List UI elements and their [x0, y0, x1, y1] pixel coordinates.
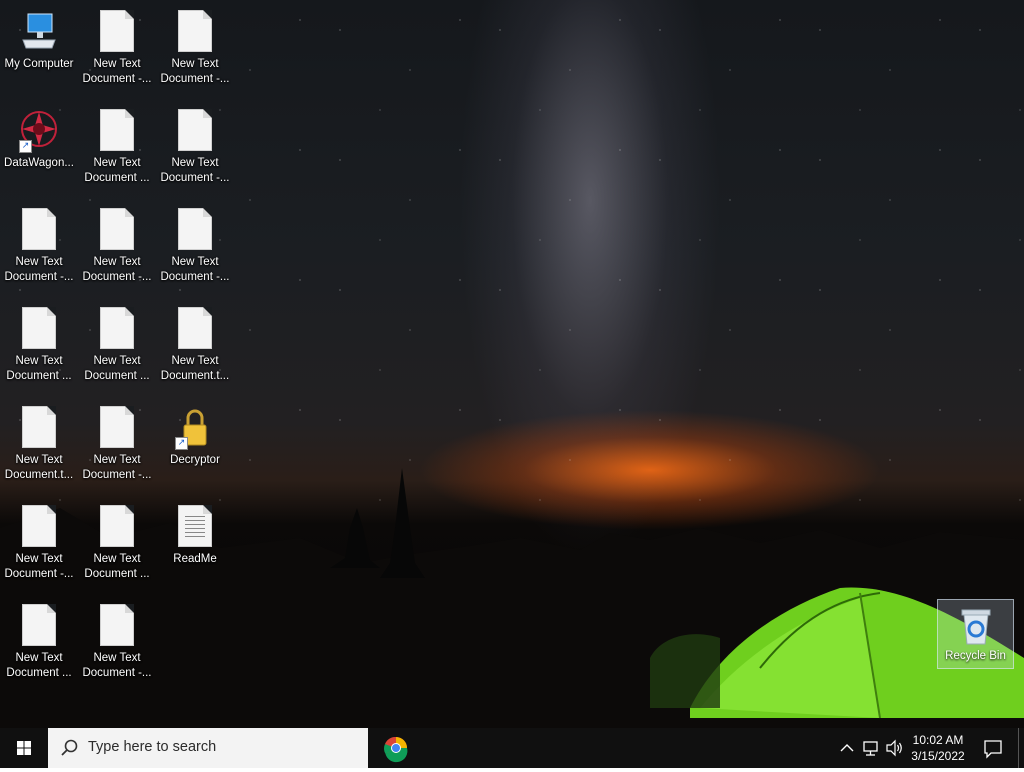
desktop-icon[interactable]: New Text Document -... [79, 400, 155, 493]
desktop-icon-label: New Text Document -... [82, 58, 152, 85]
shortcut-arrow-icon: ↗ [19, 140, 32, 153]
text-document-icon [19, 505, 59, 549]
desktop-icon[interactable]: ↗ Decryptor [157, 400, 233, 493]
chrome-taskbar-button[interactable] [376, 728, 416, 768]
text-document-icon [19, 406, 59, 450]
desktop-icon[interactable]: New Text Document -... [157, 202, 233, 295]
desktop-background[interactable]: My Computer New Text Document -... New Tex… [0, 0, 1024, 728]
text-document-icon [175, 10, 215, 54]
desktop-icon-label: ReadMe [173, 553, 217, 565]
desktop-icon[interactable]: New Text Document -... [79, 202, 155, 295]
desktop-icon-label: New Text Document ... [6, 652, 72, 679]
desktop-icon-label: New Text Document ... [84, 553, 150, 580]
desktop-icon[interactable]: New Text Document -... [157, 4, 233, 97]
text-document-icon [97, 109, 137, 153]
desktop-icon[interactable]: New Text Document -... [1, 202, 77, 295]
show-hidden-icons-button[interactable] [838, 728, 856, 768]
text-document-icon [19, 604, 59, 648]
volume-icon [886, 739, 902, 757]
desktop-icon[interactable]: ↗ DataWagon... [1, 103, 77, 196]
desktop-icon[interactable]: New Text Document -... [157, 103, 233, 196]
desktop-icon[interactable]: My Computer [1, 4, 77, 97]
windows-logo-icon [17, 741, 31, 755]
action-center-icon [984, 740, 1002, 759]
desktop-icon-label: New Text Document -... [82, 454, 152, 481]
desktop-icon-label: New Text Document -... [4, 256, 74, 283]
text-document-icon [175, 109, 215, 153]
desktop-icon-label: DataWagon... [4, 157, 74, 169]
recycle-bin-glyph-icon [961, 609, 990, 645]
desktop-icon[interactable]: New Text Document -... [1, 499, 77, 592]
search-placeholder: Type here to search [88, 739, 217, 755]
text-document-icon [97, 406, 137, 450]
desktop-icon-label: New Text Document -... [160, 157, 230, 184]
text-document-icon [19, 307, 59, 351]
chevron-up-icon [840, 744, 854, 752]
desktop-icon-label: New Text Document ... [6, 355, 72, 382]
clock-time: 10:02 AM [912, 733, 964, 747]
text-document-icon [175, 307, 215, 351]
padlock-icon: ↗ [175, 406, 215, 450]
desktop-icon[interactable]: New Text Document ... [79, 103, 155, 196]
network-icon [863, 741, 878, 756]
notepad-document-icon [175, 505, 215, 549]
text-document-icon [97, 10, 137, 54]
desktop-icon-label: New Text Document -... [160, 256, 230, 283]
desktop-icon[interactable]: ReadMe [157, 499, 233, 592]
desktop-icon-label: New Text Document -... [82, 256, 152, 283]
text-document-icon [175, 208, 215, 252]
desktop-icon[interactable]: New Text Document -... [79, 4, 155, 97]
computer-icon [19, 10, 59, 54]
recycle-bin-label: Recycle Bin [945, 650, 1006, 662]
text-document-icon [97, 208, 137, 252]
desktop-icon-label: New Text Document ... [84, 355, 150, 382]
desktop-icon[interactable]: New Text Document.t... [157, 301, 233, 394]
clock[interactable]: 10:02 AM 3/15/2022 [902, 732, 974, 772]
action-center-button[interactable] [978, 728, 1008, 768]
desktop-icon-label: Decryptor [170, 454, 220, 466]
desktop-icon-label: New Text Document -... [160, 58, 230, 85]
text-document-icon [19, 208, 59, 252]
recycle-bin-icon[interactable]: Recycle Bin [937, 599, 1014, 669]
desktop-icon[interactable]: New Text Document ... [79, 301, 155, 394]
desktop-icon-label: New Text Document.t... [4, 454, 74, 481]
clock-date: 3/15/2022 [911, 749, 965, 763]
text-document-icon [97, 505, 137, 549]
taskbar-search-box[interactable]: Type here to search [48, 728, 368, 768]
desktop-icon[interactable]: New Text Document ... [1, 301, 77, 394]
desktop-icon-label: New Text Document ... [84, 157, 150, 184]
datawagon-app-icon: ↗ [19, 109, 59, 153]
chrome-icon [384, 736, 408, 763]
desktop-icon[interactable]: New Text Document.t... [1, 400, 77, 493]
desktop-icon[interactable]: New Text Document ... [79, 499, 155, 592]
desktop-icon-label: My Computer [4, 58, 74, 70]
start-button[interactable] [0, 728, 48, 768]
desktop-icon[interactable]: New Text Document -... [79, 598, 155, 691]
desktop-icon-label: New Text Document -... [4, 553, 74, 580]
desktop-icon-label: New Text Document.t... [160, 355, 230, 382]
shortcut-arrow-icon: ↗ [175, 437, 188, 450]
search-icon [61, 739, 78, 756]
volume-button[interactable] [884, 728, 904, 768]
desktop-icon[interactable]: New Text Document ... [1, 598, 77, 691]
network-button[interactable] [860, 728, 882, 768]
text-document-icon [97, 604, 137, 648]
desktop-icon-label: New Text Document -... [82, 652, 152, 679]
text-document-icon [97, 307, 137, 351]
show-desktop-button[interactable] [1018, 728, 1024, 768]
taskbar: Type here to search 10:02 AM 3/15/2022 [0, 728, 1024, 768]
